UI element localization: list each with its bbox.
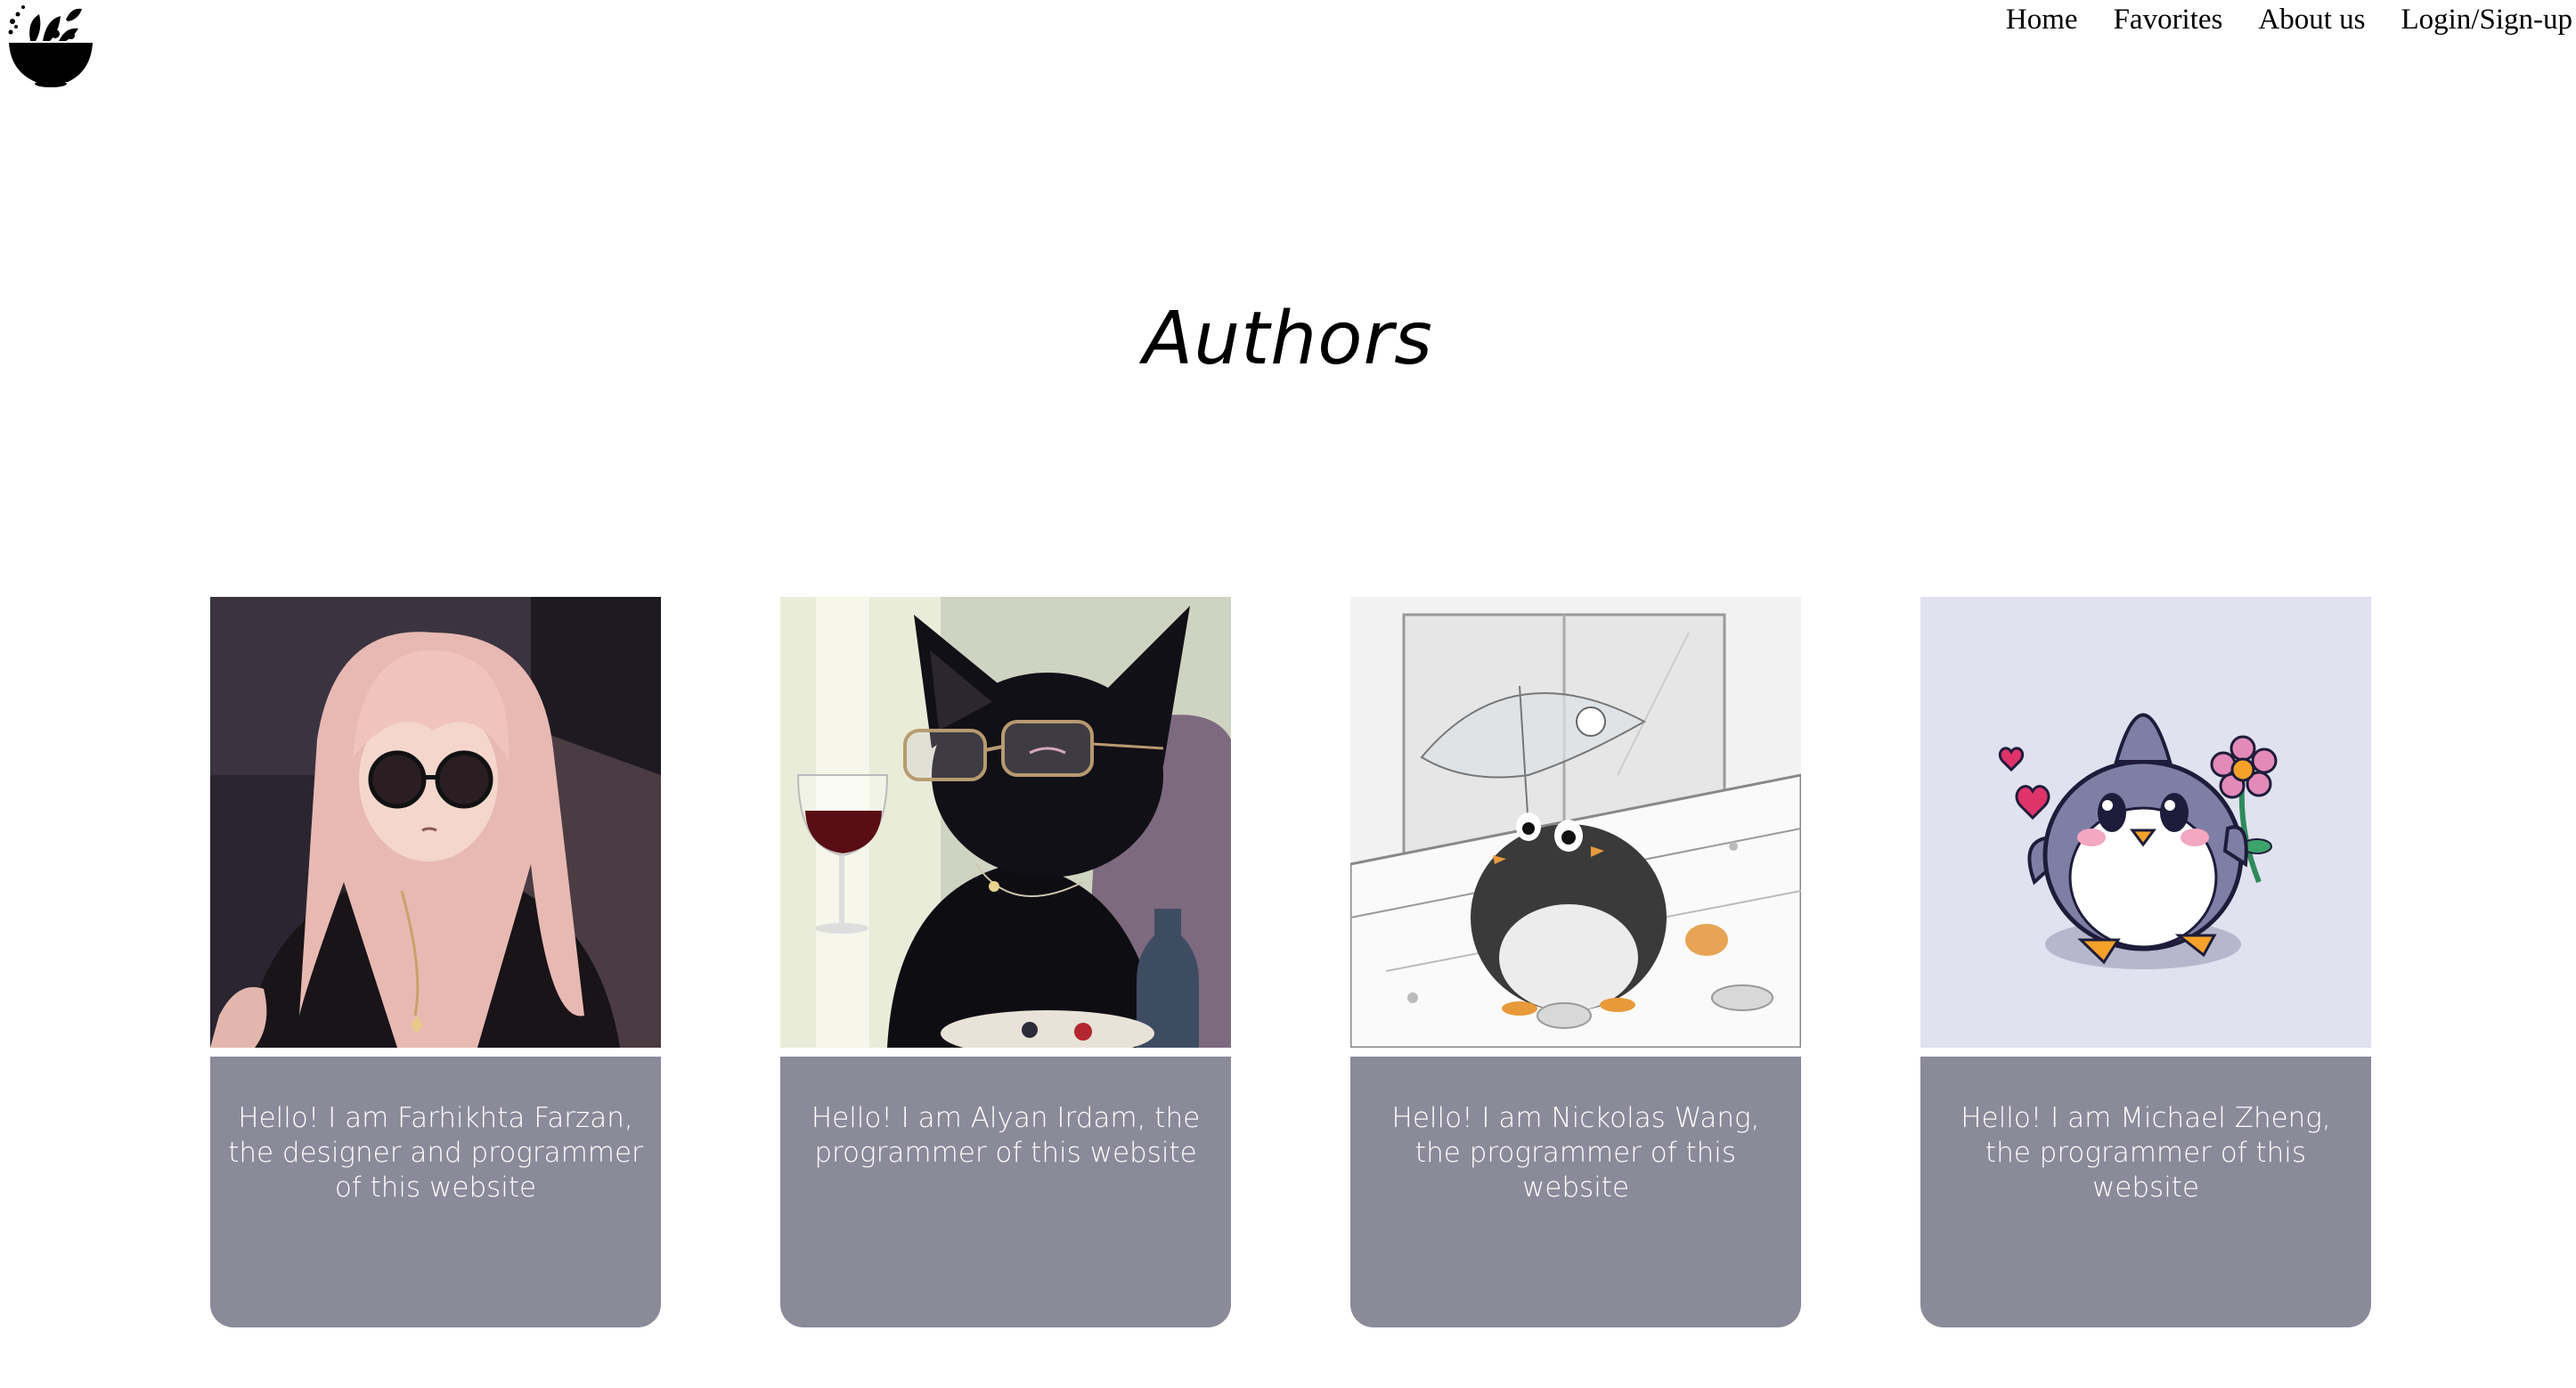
author-bio: Hello! I am Farhikhta Farzan, the design… <box>210 1057 661 1327</box>
nav-favorites-link[interactable]: Favorites <box>2114 4 2223 37</box>
anime-girl-sunglasses-avatar <box>210 597 661 1048</box>
salad-bowl-logo-icon[interactable] <box>4 2 96 87</box>
author-card: Hello! I am Nickolas Wang, the programme… <box>1350 597 1801 1327</box>
penguin-umbrella-sketch-avatar <box>1350 597 1801 1048</box>
authors-grid: Hello! I am Farhikhta Farzan, the design… <box>210 597 2371 1327</box>
nav-login-signup-link[interactable]: Login/Sign-up <box>2401 4 2572 37</box>
nav-about-us-link[interactable]: About us <box>2258 4 2365 37</box>
author-bio: Hello! I am Nickolas Wang, the programme… <box>1350 1057 1801 1327</box>
author-card: Hello! I am Farhikhta Farzan, the design… <box>210 597 661 1327</box>
author-card: Hello! I am Michael Zheng, the programme… <box>1920 597 2371 1327</box>
page-title: Authors <box>1143 297 1433 381</box>
nav-home-link[interactable]: Home <box>2006 4 2078 37</box>
cute-penguin-flower-avatar <box>1920 597 2371 1048</box>
author-bio: Hello! I am Alyan Irdam, the programmer … <box>780 1057 1231 1327</box>
black-cat-wine-glasses-avatar <box>780 597 1231 1048</box>
main-nav: Home Favorites About us Login/Sign-up <box>2006 0 2572 39</box>
author-card: Hello! I am Alyan Irdam, the programmer … <box>780 597 1231 1327</box>
author-bio: Hello! I am Michael Zheng, the programme… <box>1920 1057 2371 1327</box>
